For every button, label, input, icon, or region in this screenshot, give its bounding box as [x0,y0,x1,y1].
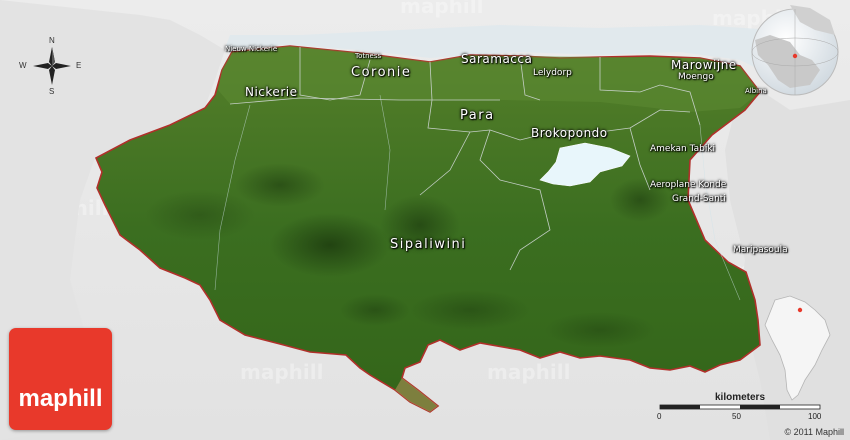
savanna-patch [395,378,438,412]
district-label-para: Para [460,108,495,123]
relief-shading [270,213,390,277]
relief-shading [410,290,530,330]
scale-bar-legend: kilometers 0 50 100 [650,392,830,427]
relief-shading [145,190,255,240]
town-label-moengo: Moengo [678,72,714,82]
relief-shading [340,294,410,326]
town-label-nieuw-nickerie: Nieuw Nickerie [225,45,278,53]
district-label-brokopondo: Brokopondo [531,126,608,140]
scale-tick-50: 50 [732,412,741,421]
district-label-coronie: Coronie [351,65,412,80]
town-label-aeroplane-konde: Aeroplane Konde [650,180,727,190]
relief-shading [545,312,655,348]
compass-west-label: W [19,61,27,70]
scale-tick-0: 0 [657,412,662,421]
district-label-nickerie: Nickerie [245,85,298,99]
maphill-logo[interactable]: maphill [9,328,112,430]
scale-tick-100: 100 [808,412,822,421]
maphill-logo-text: maphill [18,385,103,412]
relief-shading [235,163,325,207]
town-label-maripasoula: Maripasoula [733,245,788,255]
district-label-sipaliwini: Sipaliwini [390,237,467,252]
map-stage: maphill maphill maphill maphill maphill … [0,0,850,440]
district-label-saramacca: Saramacca [461,52,533,66]
compass-south-label: S [49,87,55,96]
town-label-albina: Albina [745,87,767,95]
compass-north-label: N [49,36,55,45]
town-label-totness: Totness [355,52,382,60]
copyright-notice: © 2011 Maphill [784,427,845,437]
locator-globe [751,5,839,96]
compass-east-label: E [76,61,82,70]
town-label-lelydorp: Lelydorp [533,68,572,78]
scale-unit-label: kilometers [714,392,766,403]
town-label-grand-santi: Grand-Santi [672,194,726,204]
district-label-marowijne: Marowijne [671,58,737,72]
town-label-amekan-tabiki: Amekan Tabiki [650,144,716,154]
